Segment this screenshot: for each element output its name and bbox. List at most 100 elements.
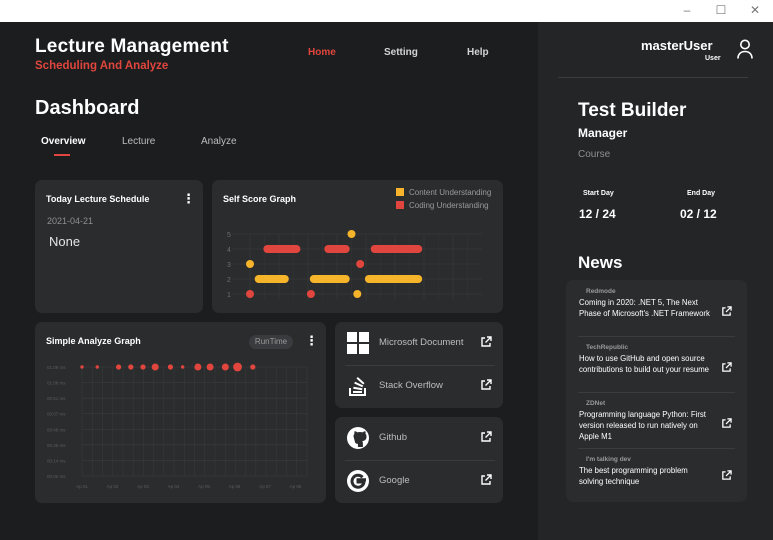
data-point	[246, 260, 254, 268]
y-tick-label: 00:35 ms	[47, 443, 66, 448]
news-source: TechRepublic	[586, 344, 629, 351]
link-label: Microsoft Document	[379, 337, 464, 348]
divider	[558, 77, 748, 78]
data-point	[306, 290, 315, 298]
news-source: Redmode	[586, 288, 616, 295]
y-tick-label: 00:00 ms	[47, 474, 66, 479]
y-tick-label: 2	[227, 277, 231, 284]
test-builder-title: Test Builder	[578, 100, 687, 121]
y-tick-label: 1	[227, 292, 231, 299]
links-card-docs: Microsoft Document Stack Overflow	[335, 322, 503, 408]
github-icon	[347, 427, 369, 449]
link-label: Stack Overflow	[379, 380, 443, 391]
external-link-icon[interactable]	[480, 379, 492, 391]
today-schedule-value: None	[49, 234, 81, 249]
external-link-icon[interactable]	[480, 431, 492, 443]
data-point	[250, 364, 256, 370]
news-headline: The best programming problem solving tec…	[579, 466, 688, 486]
external-link-icon[interactable]	[480, 336, 492, 348]
data-point	[206, 363, 214, 371]
data-point	[80, 365, 84, 369]
data-point	[95, 365, 99, 369]
divider	[578, 336, 735, 337]
divider	[578, 448, 735, 449]
data-point	[140, 364, 146, 370]
test-builder-course: Course	[578, 149, 611, 160]
data-point	[233, 362, 242, 372]
links-card-search: Github Google	[335, 417, 503, 503]
nav-help[interactable]: Help	[467, 47, 489, 58]
y-tick-label: 5	[227, 232, 231, 239]
data-point	[246, 290, 254, 298]
today-schedule-menu-icon[interactable]: ⋮	[182, 192, 195, 205]
user-role: User	[705, 55, 721, 62]
x-tick-label: Ap 01	[76, 484, 88, 489]
data-point	[353, 290, 362, 298]
windows-logo-icon	[347, 332, 369, 354]
simple-analyze-chart: 01:09 ms 01:08 ms 00:51 ms 00:07 ms 00:48 ms…	[47, 362, 308, 489]
today-schedule-date: 2021-04-21	[47, 216, 94, 226]
divider	[345, 365, 495, 366]
data-point	[347, 230, 356, 238]
link-github[interactable]: Github	[335, 417, 503, 460]
user-icon[interactable]	[737, 39, 753, 59]
external-link-icon[interactable]	[721, 470, 732, 481]
news-source: I'm talking dev	[586, 456, 631, 463]
y-tick-label: 00:51 ms	[47, 396, 66, 401]
y-tick-label: 3	[227, 262, 231, 269]
x-tick-label: Ap 04	[168, 484, 180, 489]
news-headline: Programming language Python: First versi…	[579, 410, 706, 441]
link-stack-overflow[interactable]: Stack Overflow	[335, 365, 503, 408]
data-point	[128, 364, 134, 370]
y-tick-label: 01:09 ms	[47, 365, 66, 370]
link-google[interactable]: Google	[335, 460, 503, 503]
external-link-icon[interactable]	[721, 306, 732, 317]
data-point	[221, 363, 229, 371]
today-schedule-title: Today Lecture Schedule	[46, 194, 150, 204]
maximize-button[interactable]: ☐	[711, 2, 731, 18]
test-builder-role: Manager	[578, 126, 628, 140]
active-tab-indicator	[54, 154, 70, 156]
nav-setting[interactable]: Setting	[384, 47, 418, 58]
x-tick-label: Ap 02	[107, 484, 119, 489]
user-name: masterUser	[641, 38, 713, 53]
minimize-button[interactable]: –	[677, 2, 697, 18]
google-icon	[347, 470, 369, 492]
y-tick-label: 00:14 ms	[47, 458, 66, 463]
external-link-icon[interactable]	[480, 474, 492, 486]
today-schedule-card: Today Lecture Schedule ⋮ 2021-04-21 None	[35, 180, 203, 313]
news-card: Redmode Coming in 2020: .NET 5, The Next…	[566, 280, 747, 502]
data-point	[356, 260, 365, 268]
page-title: Dashboard	[35, 97, 140, 119]
nav-home[interactable]: Home	[308, 47, 336, 58]
start-day-value: 12 / 24	[579, 207, 616, 221]
simple-analyze-card: Simple Analyze Graph ⋮ 01:09 ms 01:08 ms 0…	[35, 322, 326, 503]
window-titlebar: – ☐ ✕	[0, 0, 773, 22]
x-tick-label: Ap 03	[137, 484, 149, 489]
x-tick-label: Ap 06	[229, 484, 241, 489]
self-score-card: Self Score Graph Content Understanding C…	[212, 180, 503, 313]
stackoverflow-icon	[349, 377, 366, 396]
y-tick-label: 00:48 ms	[47, 427, 66, 432]
link-label: Google	[379, 475, 410, 486]
tab-overview[interactable]: Overview	[41, 136, 85, 147]
x-tick-label: Ap 05	[198, 484, 210, 489]
self-score-chart: 12345Ap 01Ap 02Ap 03Ap 04Ap 05Ap 06Ap 07…	[227, 230, 482, 300]
end-day-label: End Day	[687, 190, 716, 197]
news-headline: Coming in 2020: .NET 5, The Next Phase o…	[579, 298, 710, 318]
tab-lecture[interactable]: Lecture	[122, 136, 155, 147]
news-headline: How to use GitHub and open source contri…	[579, 354, 710, 374]
data-point	[151, 363, 159, 371]
data-point	[180, 365, 185, 369]
news-title: News	[578, 253, 623, 272]
y-tick-label: 01:08 ms	[47, 381, 66, 386]
app-window: Lecture Management Scheduling And Analyz…	[0, 22, 773, 540]
divider	[578, 392, 735, 393]
link-label: Github	[379, 432, 407, 443]
link-microsoft-docs[interactable]: Microsoft Document	[335, 322, 503, 365]
external-link-icon[interactable]	[721, 418, 732, 429]
tab-analyze[interactable]: Analyze	[201, 136, 237, 147]
external-link-icon[interactable]	[721, 362, 732, 373]
close-button[interactable]: ✕	[745, 2, 765, 18]
runtime-toggle[interactable]: RunTime	[249, 335, 293, 349]
